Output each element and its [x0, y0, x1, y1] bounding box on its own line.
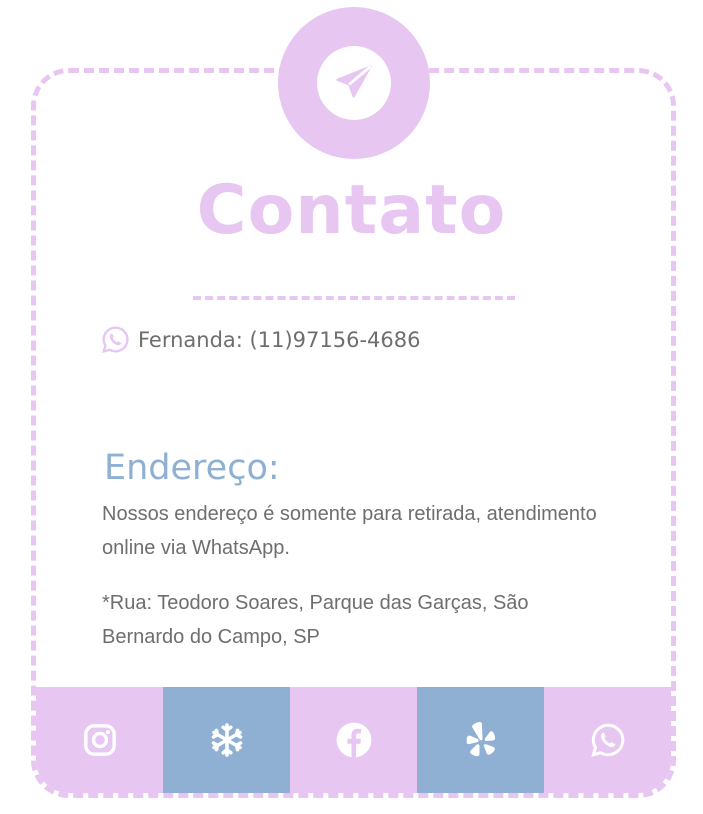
phone-text: Fernanda: (11)97156-4686 — [138, 327, 421, 352]
social-bar — [36, 687, 671, 793]
instagram-button[interactable] — [36, 687, 163, 793]
whatsapp-icon — [590, 723, 624, 757]
page-title: Contato — [196, 171, 507, 250]
badge-inner-circle — [317, 46, 391, 120]
instagram-icon — [83, 724, 116, 756]
phone-contact[interactable]: Fernanda: (11)97156-4686 — [101, 325, 421, 354]
snowflake-icon — [211, 723, 242, 757]
paper-plane-icon — [336, 65, 372, 98]
contact-badge — [278, 7, 430, 159]
snowflake-button[interactable] — [163, 687, 290, 793]
yelp-icon — [466, 722, 495, 757]
address-street: *Rua: Teodoro Soares, Parque das Garças,… — [102, 592, 529, 648]
whatsapp-button[interactable] — [544, 687, 671, 793]
facebook-icon — [336, 722, 371, 758]
address-title: Endereço: — [104, 448, 280, 488]
facebook-button[interactable] — [290, 687, 417, 793]
whatsapp-icon — [102, 326, 129, 354]
yelp-button[interactable] — [417, 687, 544, 793]
title-divider — [193, 296, 515, 300]
address-description: Nossos endereço é somente para retirada,… — [102, 503, 597, 559]
